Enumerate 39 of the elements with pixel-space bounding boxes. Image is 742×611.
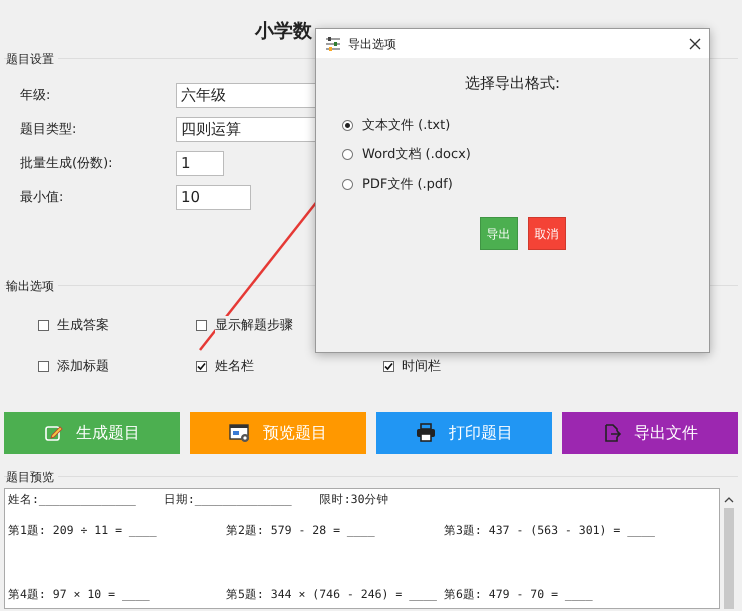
field-label: 批量生成(份数): <box>20 154 114 173</box>
export-button[interactable]: 导出文件 <box>562 412 738 454</box>
radio-button[interactable] <box>342 149 353 160</box>
preview-line: 姓名:______________ <box>8 491 136 508</box>
checkbox[interactable] <box>38 320 49 331</box>
dialog-title: 导出选项 <box>348 36 396 52</box>
problem-text: 第5题: 344 × (746 - 246) = ____ <box>226 586 438 603</box>
radio-button[interactable] <box>342 120 353 131</box>
field-label: 题目类型: <box>20 120 78 139</box>
checkbox[interactable] <box>38 361 49 372</box>
problem-text: 第6题: 479 - 70 = ____ <box>444 586 594 603</box>
radio-label: PDF文件 (.pdf) <box>362 176 453 194</box>
preview-text-area[interactable]: 姓名:______________ 日期:______________ 限时:30分钟 第1题: 209 ÷ 11 = ____ 第2题: 579 - 28 = ____ 第3题: 437 - (563 - 301) = ____ 第4题: 97 × 10 = ____ 第5题: 344 × (746 - 246) = ____ 第6题: 479 - 70 = ____ <box>4 488 720 609</box>
field-label: 年级: <box>20 86 52 105</box>
checkbox[interactable] <box>383 361 394 372</box>
group-title: 输出选项 <box>6 277 58 295</box>
checkbox[interactable] <box>196 320 207 331</box>
app-title: 小学数 <box>255 20 312 42</box>
settings-tools-icon <box>324 36 342 52</box>
radio-label: Word文档 (.docx) <box>362 146 471 164</box>
dialog-heading: 选择导出格式: <box>464 73 562 94</box>
problem-text: 第1题: 209 ÷ 11 = ____ <box>8 522 158 540</box>
checkbox[interactable] <box>196 361 207 372</box>
preview-window-icon <box>229 422 251 442</box>
field-label: 最小值: <box>20 188 64 207</box>
problem-text: 第2题: 579 - 28 = ____ <box>226 522 376 540</box>
input-field[interactable]: 1 <box>176 151 224 176</box>
radio-button[interactable] <box>342 178 353 190</box>
problem-text: 第3题: 437 - (563 - 301) = ____ <box>444 522 656 540</box>
input-field[interactable]: 10 <box>176 185 251 210</box>
scroll-up-icon[interactable] <box>724 496 734 504</box>
preview-line: 日期:______________ <box>164 491 292 508</box>
checkbox-label: 显示解题步骤 <box>215 316 293 335</box>
preview-line: 限时:30分钟 <box>320 491 388 508</box>
problem-text: 第4题: 97 × 10 = ____ <box>8 586 151 603</box>
scroll-thumb[interactable] <box>724 508 734 609</box>
cancel-button[interactable]: 取消 <box>528 217 566 250</box>
printer-icon <box>415 422 437 442</box>
file-export-icon <box>602 422 622 442</box>
